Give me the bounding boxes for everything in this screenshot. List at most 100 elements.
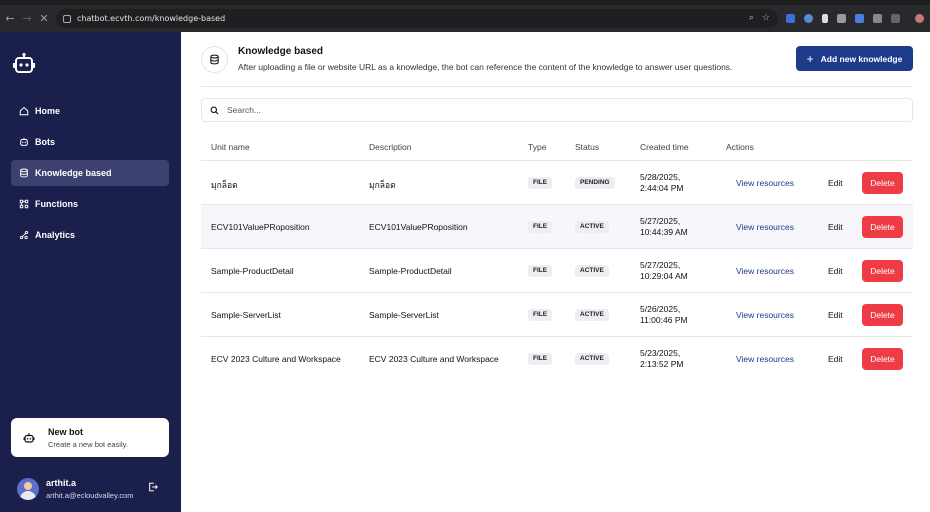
edit-link[interactable]: Edit <box>828 310 843 320</box>
puzzle-icon[interactable] <box>873 14 882 23</box>
type-badge: FILE <box>528 265 553 277</box>
created-time: 5/28/2025, 2:44:04 PM <box>640 172 683 194</box>
address-bar[interactable]: chatbot.ecvth.com/knowledge-based ⌕ ☆ <box>56 9 778 28</box>
view-resources-link[interactable]: View resources <box>736 178 794 188</box>
new-bot-subtitle: Create a new bot easily. <box>48 439 128 449</box>
user-email: arthit.a@ecloudvalley.com <box>46 491 134 500</box>
delete-button[interactable]: Delete <box>862 304 903 326</box>
logout-icon[interactable] <box>148 482 158 492</box>
sidebar-item-label: Knowledge based <box>35 168 112 178</box>
sidebar-item-label: Functions <box>35 199 78 209</box>
unit-description: มุกล็อต <box>369 180 396 190</box>
created-date: 5/28/2025, <box>640 172 681 182</box>
sidebar-item-label: Analytics <box>35 230 76 240</box>
sidebar: Home Bots Knowledge based Functions Anal… <box>0 32 181 512</box>
view-resources-link[interactable]: View resources <box>736 354 794 364</box>
table-row: ECV101ValuePRoposition ECV101ValuePRopos… <box>201 205 913 249</box>
knowledge-table: Unit name Description Type Status Create… <box>201 132 913 381</box>
table-row: ECV 2023 Culture and Workspace ECV 2023 … <box>201 337 913 381</box>
site-info-icon[interactable] <box>63 14 71 23</box>
sidepanel-icon[interactable] <box>891 14 900 23</box>
home-icon <box>19 106 29 116</box>
address-url[interactable]: chatbot.ecvth.com/knowledge-based <box>77 14 225 23</box>
status-badge: PENDING <box>575 177 615 189</box>
functions-icon <box>19 199 29 209</box>
type-badge: FILE <box>528 177 553 189</box>
type-badge: FILE <box>528 309 553 321</box>
main-content: Knowledge based After uploading a file o… <box>181 32 930 512</box>
status-badge: ACTIVE <box>575 221 609 233</box>
database-icon <box>210 54 219 65</box>
table-row: มุกล็อต มุกล็อต FILE PENDING 5/28/2025, … <box>201 161 913 205</box>
edit-link[interactable]: Edit <box>828 222 843 232</box>
extension-icon[interactable] <box>786 14 795 23</box>
analytics-icon <box>19 230 29 240</box>
view-resources-link[interactable]: View resources <box>736 310 794 320</box>
avatar[interactable] <box>17 478 39 500</box>
unit-description: ECV101ValuePRoposition <box>369 222 468 232</box>
column-header-created-time: Created time <box>640 142 689 152</box>
extension-icons: ⋮ <box>786 14 930 23</box>
column-header-actions: Actions <box>726 142 754 152</box>
back-icon[interactable]: ← <box>3 12 17 25</box>
bot-logo-icon[interactable] <box>12 52 36 76</box>
table-row: Sample-ServerList Sample-ServerList FILE… <box>201 293 913 337</box>
column-header-description: Description <box>369 142 412 152</box>
delete-button[interactable]: Delete <box>862 348 903 370</box>
status-badge: ACTIVE <box>575 353 609 365</box>
sidebar-item-knowledge-based[interactable]: Knowledge based <box>11 160 169 186</box>
stop-loading-icon[interactable]: ✕ <box>37 12 51 25</box>
sidebar-item-bots[interactable]: Bots <box>11 129 169 155</box>
unit-name: ECV101ValuePRoposition <box>211 222 310 232</box>
zoom-icon[interactable]: ⌕ <box>749 13 754 23</box>
column-header-type: Type <box>528 142 547 152</box>
created-date: 5/26/2025, <box>640 304 681 314</box>
sidebar-nav: Home Bots Knowledge based Functions Anal… <box>11 98 169 253</box>
extension-icon[interactable] <box>855 14 864 23</box>
user-profile: arthit.a arthit.a@ecloudvalley.com <box>17 476 167 502</box>
new-bot-card[interactable]: New bot Create a new bot easily. <box>11 418 169 457</box>
page-title: Knowledge based <box>238 46 324 57</box>
search-input[interactable] <box>227 105 877 115</box>
sidebar-item-label: Bots <box>35 137 55 147</box>
page-description: After uploading a file or website URL as… <box>238 62 733 72</box>
view-resources-link[interactable]: View resources <box>736 222 794 232</box>
delete-button[interactable]: Delete <box>862 216 903 238</box>
sidebar-item-functions[interactable]: Functions <box>11 191 169 217</box>
created-time: 5/23/2025, 2:13:52 PM <box>640 348 683 370</box>
created-date: 5/27/2025, <box>640 260 681 270</box>
delete-button[interactable]: Delete <box>862 260 903 282</box>
delete-button[interactable]: Delete <box>862 172 903 194</box>
browser-toolbar: ← → ✕ chatbot.ecvth.com/knowledge-based … <box>0 5 930 32</box>
unit-name: มุกล็อต <box>211 180 238 190</box>
edit-link[interactable]: Edit <box>828 178 843 188</box>
bookmark-star-icon[interactable]: ☆ <box>762 13 770 23</box>
sidebar-item-home[interactable]: Home <box>11 98 169 124</box>
unit-description: Sample-ServerList <box>369 310 439 320</box>
table-row: Sample-ProductDetail Sample-ProductDetai… <box>201 249 913 293</box>
header-divider <box>201 86 913 87</box>
sidebar-item-analytics[interactable]: Analytics <box>11 222 169 248</box>
view-resources-link[interactable]: View resources <box>736 266 794 276</box>
created-time: 5/27/2025, 10:29:04 AM <box>640 260 688 282</box>
extension-icon[interactable] <box>837 14 846 23</box>
created-clock: 11:00:46 PM <box>640 315 688 325</box>
edit-link[interactable]: Edit <box>828 266 843 276</box>
forward-icon[interactable]: → <box>20 12 34 25</box>
created-clock: 2:13:52 PM <box>640 359 684 369</box>
status-badge: ACTIVE <box>575 265 609 277</box>
created-clock: 10:44:39 AM <box>640 227 688 237</box>
new-bot-title: New bot <box>48 426 83 437</box>
bot-icon <box>20 137 28 146</box>
type-badge: FILE <box>528 353 553 365</box>
extension-icon[interactable] <box>822 14 828 23</box>
bot-icon <box>23 432 35 443</box>
add-new-knowledge-button[interactable]: + Add new knowledge <box>796 46 913 71</box>
sidebar-item-label: Home <box>35 106 61 116</box>
extension-icon[interactable] <box>804 14 813 23</box>
created-clock: 10:29:04 AM <box>640 271 688 281</box>
unit-description: Sample-ProductDetail <box>369 266 452 276</box>
edit-link[interactable]: Edit <box>828 354 843 364</box>
search-box[interactable] <box>201 98 913 122</box>
profile-icon[interactable] <box>915 14 924 23</box>
